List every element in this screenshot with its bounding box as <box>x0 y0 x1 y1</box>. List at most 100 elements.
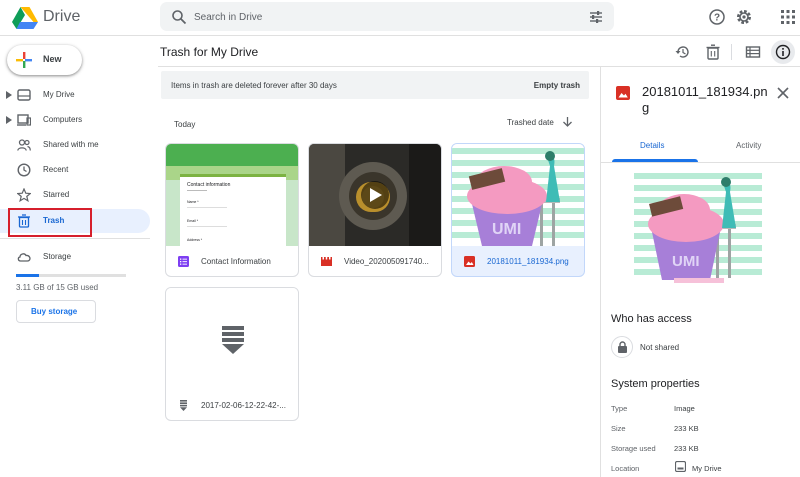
my-drive-icon <box>17 89 31 101</box>
property-value: Image <box>674 404 695 413</box>
image-file-icon <box>464 256 475 267</box>
sidebar-item-label: Starred <box>43 190 70 199</box>
lock-icon <box>618 341 627 353</box>
delete-forever-icon[interactable] <box>705 44 721 60</box>
trash-highlight-box <box>8 208 92 237</box>
list-view-icon[interactable] <box>745 44 761 60</box>
top-bar: Drive ? <box>0 0 800 36</box>
archive-thumbnail <box>166 288 298 390</box>
archive-file-icon <box>180 400 187 411</box>
sidebar-item-starred[interactable]: Starred <box>0 183 150 207</box>
search-box[interactable] <box>160 2 614 31</box>
expand-arrow-icon[interactable] <box>6 91 12 99</box>
play-icon <box>370 188 382 202</box>
drive-logo-icon[interactable] <box>12 7 38 29</box>
restore-icon[interactable] <box>675 44 691 60</box>
info-icon <box>775 44 791 60</box>
details-file-name: 20181011_181934.png <box>642 84 768 115</box>
new-button[interactable]: New <box>7 45 82 75</box>
video-thumbnail <box>309 144 441 246</box>
forms-file-icon <box>178 256 189 267</box>
form-thumb-title: Contact information <box>187 182 231 188</box>
cloud-icon <box>17 253 31 262</box>
new-button-label: New <box>43 54 62 64</box>
sidebar-item-my-drive[interactable]: My Drive <box>0 83 150 107</box>
empty-trash-button[interactable]: Empty trash <box>534 81 580 90</box>
location-link[interactable]: My Drive <box>692 464 722 473</box>
cupcake-image: UMI <box>634 170 762 290</box>
apps-grid-icon[interactable] <box>781 10 795 24</box>
sidebar-item-recent[interactable]: Recent <box>0 158 150 182</box>
property-key: Location <box>611 464 640 473</box>
clock-icon <box>17 163 31 177</box>
image-thumbnail: UMI <box>452 144 584 246</box>
sidebar-item-label: Storage <box>43 252 72 261</box>
tab-details[interactable]: Details <box>640 141 664 150</box>
sidebar-item-label: My Drive <box>43 90 75 99</box>
archive-large-icon <box>222 326 244 354</box>
sidebar-item-label: Recent <box>43 165 69 174</box>
storage-usage-fill <box>16 274 39 277</box>
image-file-icon <box>616 86 630 100</box>
search-options-icon[interactable] <box>589 10 603 24</box>
file-name: 2017-02-06-12-22-42-... <box>201 401 286 410</box>
sidebar-item-shared[interactable]: Shared with me <box>0 133 150 157</box>
sidebar-item-label: Computers <box>43 115 83 124</box>
group-label: Today <box>174 120 196 129</box>
access-heading: Who has access <box>611 313 692 325</box>
sort-label[interactable]: Trashed date <box>507 118 554 127</box>
expand-arrow-icon[interactable] <box>6 116 12 124</box>
star-icon <box>17 188 31 202</box>
trash-info-banner: Items in trash are deleted forever after… <box>161 71 589 99</box>
tabs-divider <box>601 162 800 163</box>
file-name: Video_202005091740... <box>344 257 429 266</box>
property-value: 233 KB <box>674 424 699 433</box>
file-card[interactable]: 2017-02-06-12-22-42-... <box>165 287 299 421</box>
access-avatar <box>611 336 633 358</box>
play-button[interactable] <box>361 181 389 209</box>
shared-people-icon <box>17 139 31 151</box>
close-icon[interactable] <box>776 86 790 100</box>
view-details-button[interactable] <box>771 40 795 64</box>
settings-gear-icon[interactable] <box>735 8 753 26</box>
video-file-icon <box>321 257 332 266</box>
search-icon[interactable] <box>171 9 187 25</box>
plus-icon <box>16 52 32 68</box>
form-thumbnail: Contact information Name * Email * Addre… <box>166 144 298 246</box>
file-card-selected[interactable]: UMI 20181011_181934.png <box>451 143 585 277</box>
search-input[interactable] <box>194 7 564 27</box>
svg-text:?: ? <box>714 13 720 24</box>
my-drive-icon <box>675 461 686 472</box>
svg-text:UMI: UMI <box>672 253 700 270</box>
file-card[interactable]: Video_202005091740... <box>308 143 442 277</box>
banner-message: Items in trash are deleted forever after… <box>171 81 337 90</box>
buy-storage-label: Buy storage <box>31 307 78 316</box>
app-title[interactable]: Drive <box>43 8 80 26</box>
buy-storage-button[interactable]: Buy storage <box>16 300 96 323</box>
svg-text:UMI: UMI <box>492 221 521 238</box>
page-title: Trash for My Drive <box>160 45 259 59</box>
details-image-preview: UMI <box>634 170 762 290</box>
sidebar-item-storage[interactable]: Storage <box>0 245 150 269</box>
storage-usage-bar <box>16 274 126 277</box>
sidebar-item-label: Shared with me <box>43 140 99 149</box>
file-name: 20181011_181934.png <box>487 257 569 266</box>
form-thumb-field: Email * <box>187 219 199 223</box>
file-name: Contact Information <box>201 257 271 266</box>
form-thumb-field: Name * <box>187 200 199 204</box>
property-key: Storage used <box>611 444 656 453</box>
file-card[interactable]: Contact information Name * Email * Addre… <box>165 143 299 277</box>
tab-activity[interactable]: Activity <box>736 141 761 150</box>
sidebar-divider <box>0 238 150 239</box>
system-properties-heading: System properties <box>611 378 700 390</box>
sidebar-item-computers[interactable]: Computers <box>0 108 150 132</box>
storage-used-text: 3.11 GB of 15 GB used <box>16 283 99 292</box>
sharing-status: Not shared <box>640 343 680 352</box>
help-icon[interactable]: ? <box>708 8 726 26</box>
form-thumb-field: Address * <box>187 238 203 242</box>
cupcake-image: UMI <box>452 144 584 246</box>
header-separator <box>731 44 732 60</box>
property-value: 233 KB <box>674 444 699 453</box>
sort-direction-arrow-icon[interactable] <box>562 116 573 127</box>
property-key: Type <box>611 404 628 413</box>
